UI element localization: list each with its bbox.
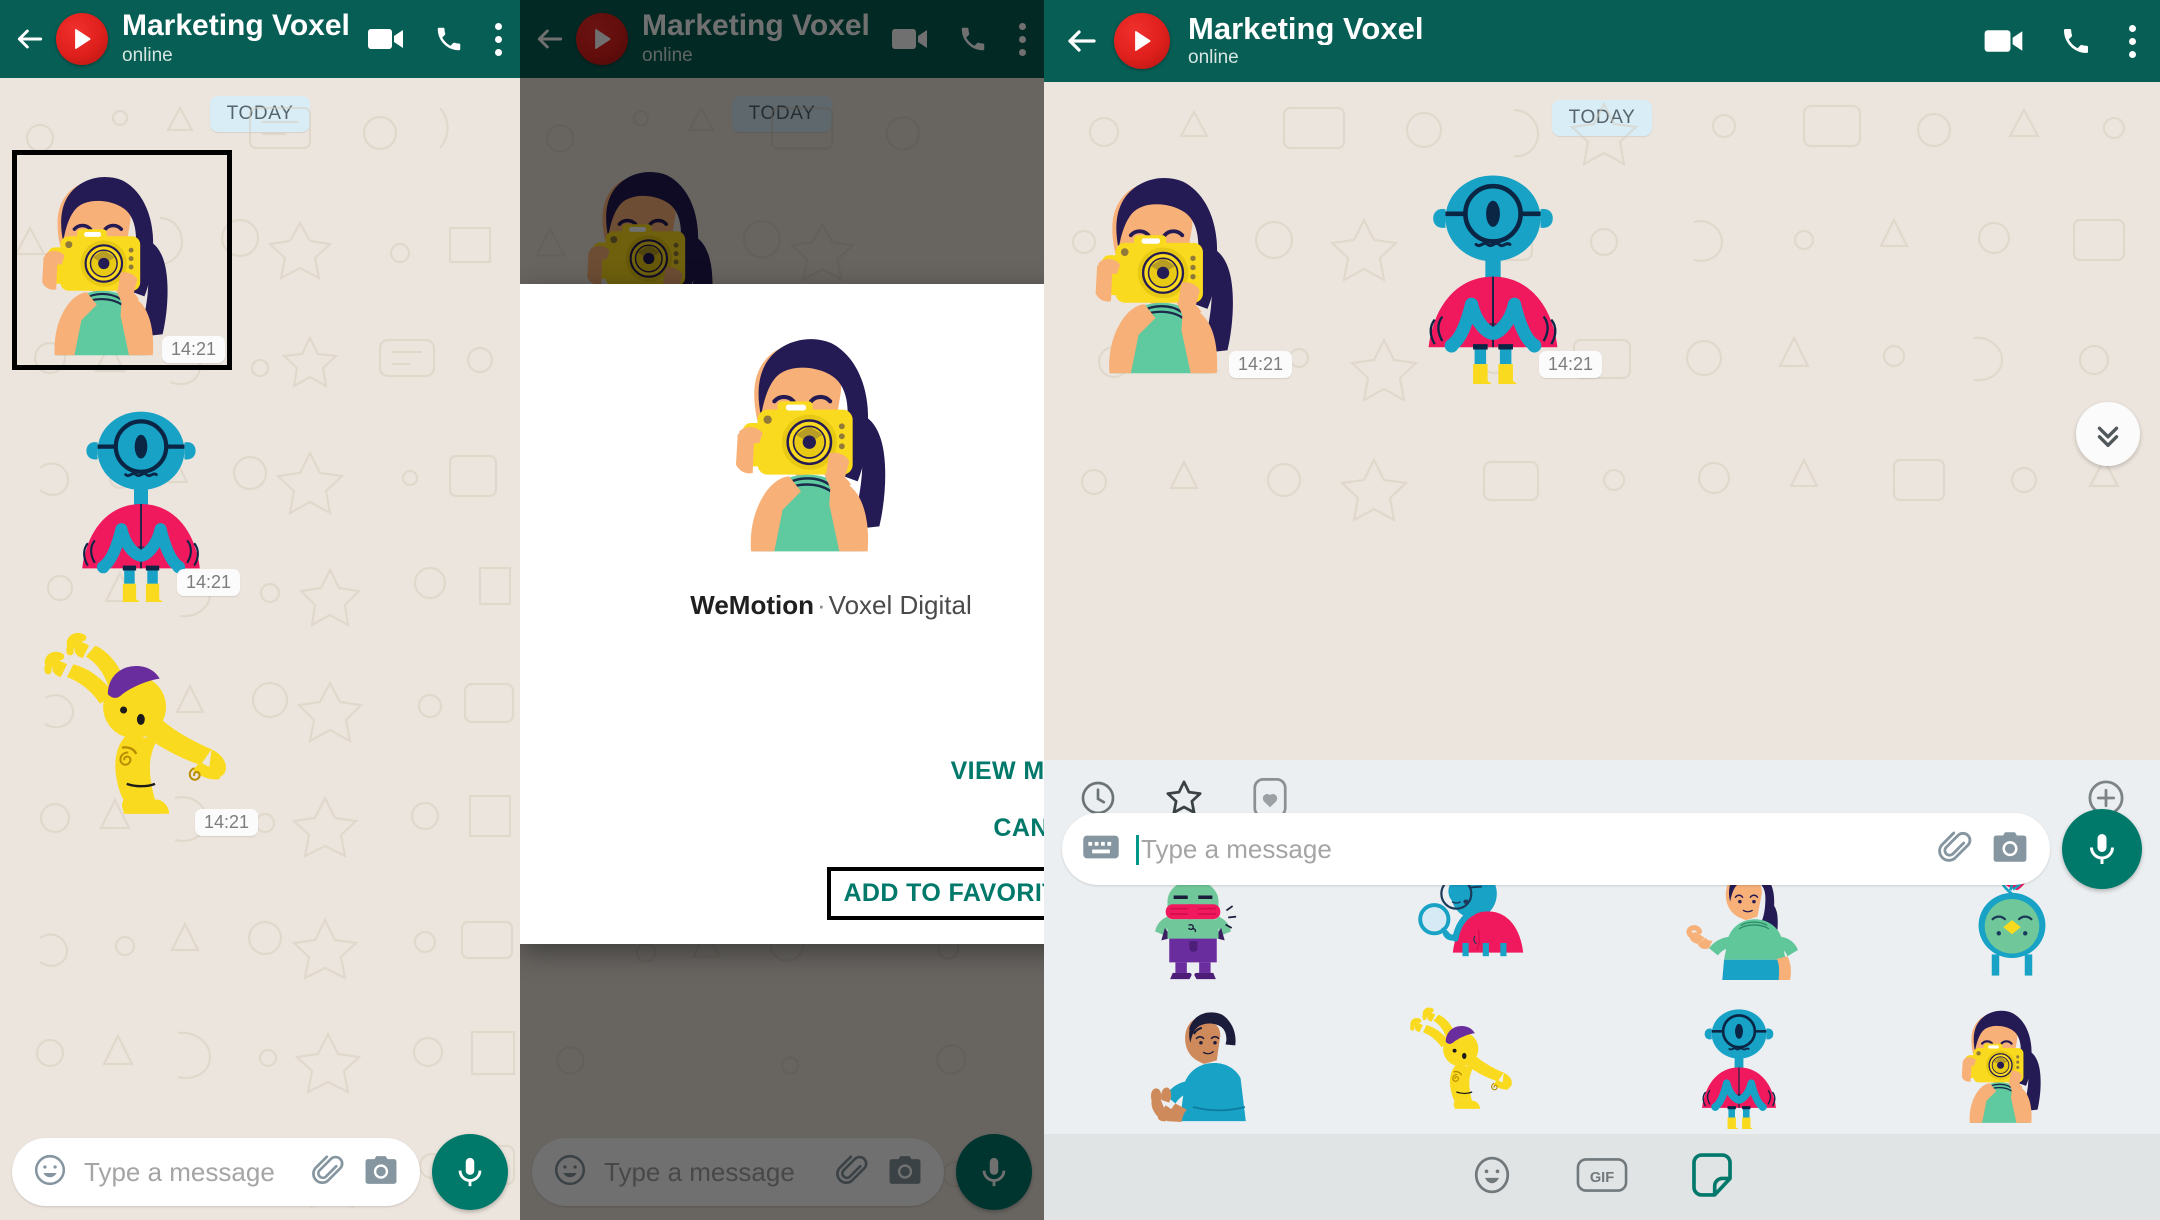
camera-icon[interactable] bbox=[362, 1153, 400, 1192]
dialog-actions: VIEW MORE CANCEL ADD TO FAVORITES bbox=[554, 743, 1044, 920]
message-list: 14:21 14:21 14:21 bbox=[0, 150, 520, 842]
overflow-menu-icon[interactable] bbox=[494, 22, 502, 56]
message-timestamp: 14:21 bbox=[194, 809, 258, 836]
message-timestamp: 14:21 bbox=[1228, 351, 1292, 378]
message-timestamp: 14:21 bbox=[161, 336, 225, 363]
cancel-button[interactable]: CANCEL bbox=[985, 800, 1044, 857]
page-title: Marketing Voxel bbox=[1188, 11, 1424, 46]
search-placeholder-text: Type a message bbox=[1136, 834, 1920, 865]
message-composer: Type a message bbox=[0, 1134, 520, 1210]
photographer-woman-sticker bbox=[554, 304, 1044, 572]
message-composer: Type a message bbox=[1044, 478, 2160, 1220]
back-arrow-icon[interactable] bbox=[1064, 23, 1100, 59]
voice-record-button[interactable] bbox=[432, 1134, 508, 1210]
placeholder-label: Type a message bbox=[1141, 833, 1332, 864]
message-timestamp: 14:21 bbox=[1538, 351, 1602, 378]
panel-chat-default: Marketing Voxel online TODAY 14:21 14:21… bbox=[0, 0, 520, 1220]
keyboard-glyph bbox=[1083, 835, 1119, 858]
video-call-icon[interactable] bbox=[368, 26, 404, 52]
chat-body: TODAY 14:21 14:21 bbox=[0, 78, 520, 1220]
message-input-pill[interactable]: Type a message bbox=[1062, 813, 2050, 885]
panel-sticker-pack-dialog: Marketing Voxel online bbox=[520, 0, 1044, 1220]
scroll-to-bottom-button[interactable] bbox=[2076, 402, 2140, 466]
overflow-menu-icon[interactable] bbox=[2128, 24, 2136, 58]
photographer-woman-sticker bbox=[17, 155, 227, 365]
paperclip-icon[interactable] bbox=[310, 1152, 346, 1193]
header-text[interactable]: Marketing Voxel online bbox=[1188, 12, 1970, 70]
photographer-woman-sticker bbox=[1068, 154, 1298, 384]
text-cursor bbox=[1136, 834, 1139, 865]
camera-icon[interactable] bbox=[1990, 829, 2030, 870]
message-sticker-photographer[interactable]: 14:21 bbox=[1068, 154, 1298, 384]
message-sticker-robot[interactable]: 14:21 bbox=[36, 392, 246, 602]
microphone-icon bbox=[2090, 834, 2114, 864]
header-actions bbox=[1984, 24, 2140, 58]
status-text: online bbox=[1188, 47, 1239, 69]
message-list: 14:21 14:21 bbox=[1044, 136, 2160, 384]
message-sticker-stretch[interactable]: 14:21 bbox=[24, 622, 264, 842]
header-actions bbox=[368, 22, 506, 56]
page-title: Marketing Voxel bbox=[122, 10, 350, 43]
avatar[interactable] bbox=[56, 13, 108, 65]
microphone-icon bbox=[458, 1157, 482, 1187]
pack-name: WeMotion bbox=[690, 590, 814, 620]
status-text: online bbox=[122, 44, 173, 66]
message-input-pill[interactable]: Type a message bbox=[12, 1138, 420, 1206]
pack-publisher: Voxel Digital bbox=[828, 590, 972, 620]
chat-header: Marketing Voxel online bbox=[0, 0, 520, 78]
message-sticker-photographer[interactable]: 14:21 bbox=[12, 150, 232, 370]
paperclip-icon[interactable] bbox=[1936, 828, 1974, 871]
back-arrow-icon[interactable] bbox=[14, 23, 46, 55]
message-sticker-robot[interactable]: 14:21 bbox=[1378, 154, 1608, 384]
search-placeholder-text: Type a message bbox=[84, 1156, 275, 1187]
screenshot-root: Marketing Voxel online TODAY 14:21 14:21… bbox=[0, 0, 2160, 1220]
pack-title: WeMotion · Voxel Digital bbox=[554, 590, 1044, 621]
view-more-button[interactable]: VIEW MORE bbox=[943, 743, 1044, 800]
voice-call-icon[interactable] bbox=[434, 24, 464, 54]
sticker-pack-dialog: WeMotion·Voxel Digital VIEW MORE CANCEL … bbox=[520, 284, 1044, 944]
panel-sticker-picker-open: Marketing Voxel online TODAY 14:21 14:21… bbox=[1044, 0, 2160, 1220]
voice-call-icon[interactable] bbox=[2060, 25, 2092, 57]
avatar[interactable] bbox=[1114, 13, 1170, 69]
emoji-smiley-icon[interactable] bbox=[32, 1152, 68, 1193]
keyboard-icon[interactable] bbox=[1082, 832, 1120, 867]
add-to-favorites-button[interactable]: ADD TO FAVORITES bbox=[827, 867, 1044, 920]
message-timestamp: 14:21 bbox=[176, 569, 240, 596]
header-text[interactable]: Marketing Voxel online bbox=[122, 10, 358, 67]
voice-record-button[interactable] bbox=[2062, 809, 2142, 889]
chat-header: Marketing Voxel online bbox=[1044, 0, 2160, 82]
blue-robot-pink-dress-sticker bbox=[1378, 154, 1608, 384]
title-separator: · bbox=[816, 590, 826, 620]
double-chevron-down-icon bbox=[2097, 426, 2119, 448]
video-call-icon[interactable] bbox=[1984, 27, 2024, 55]
